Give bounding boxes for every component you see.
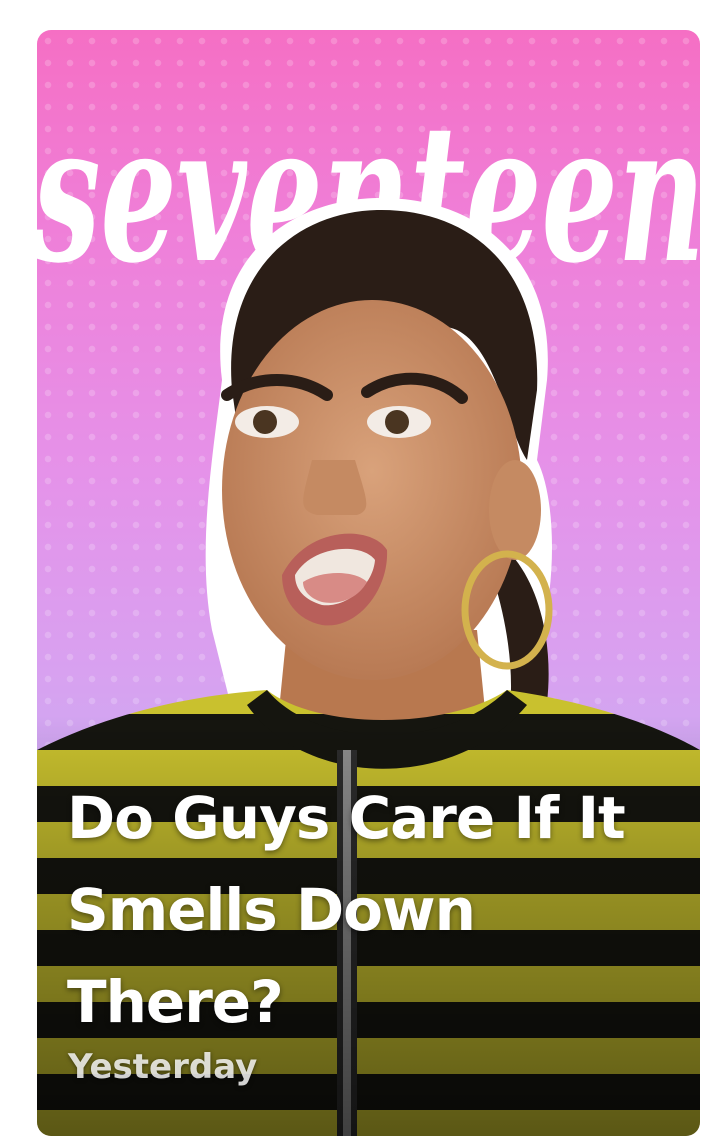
story-headline: Do Guys Care If It Smells Down There?	[67, 784, 626, 1036]
story-card[interactable]: seventeen Do Guys Care If It Smells Down…	[37, 30, 700, 1136]
story-timestamp: Yesterday	[68, 1047, 258, 1087]
